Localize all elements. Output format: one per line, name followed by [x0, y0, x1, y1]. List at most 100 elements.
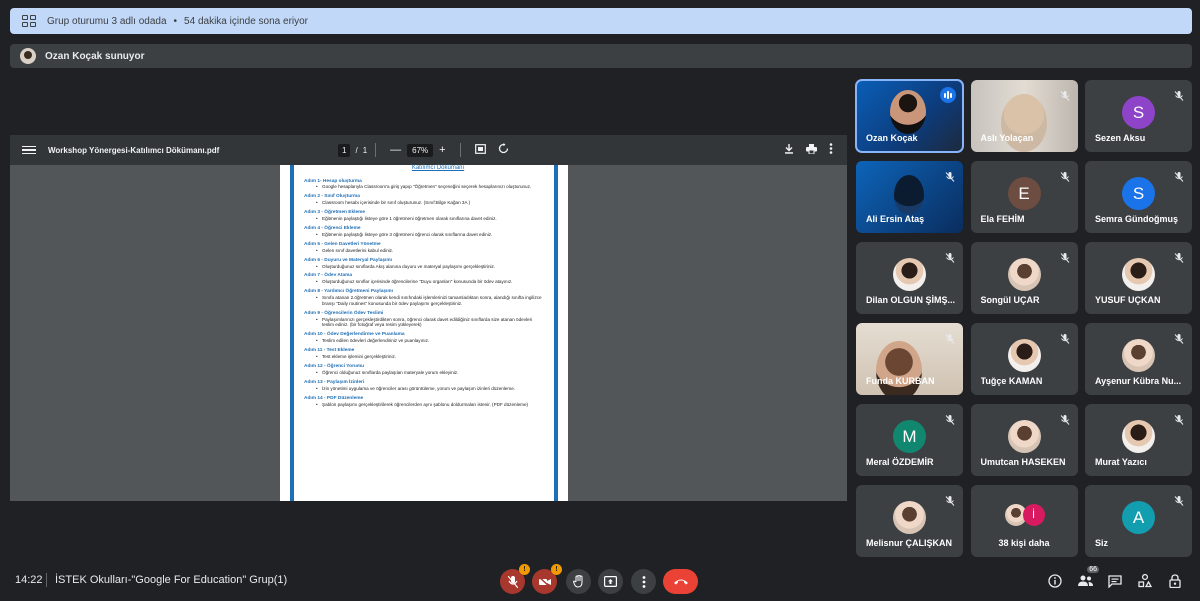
presenter-avatar	[20, 48, 36, 64]
participant-tile[interactable]: A Siz	[1085, 485, 1192, 557]
toolbar-divider	[459, 143, 461, 157]
page-total: 1	[362, 145, 368, 155]
participant-tile[interactable]: Dilan OLGUN ŞİMŞ...	[856, 242, 963, 314]
page-border-left	[290, 165, 294, 501]
camera-off-icon	[538, 576, 551, 587]
participant-name: Sezen Aksu	[1095, 133, 1146, 143]
participant-tile[interactable]: YUSUF UÇKAN	[1085, 242, 1192, 314]
participant-video	[890, 90, 926, 134]
print-icon[interactable]	[806, 143, 817, 157]
participant-video	[1000, 94, 1047, 152]
toolbar-divider	[375, 143, 377, 157]
download-icon[interactable]	[784, 143, 794, 157]
participant-name: Melisnur ÇALIŞKAN	[866, 538, 953, 548]
participant-tile[interactable]: Songül UÇAR	[970, 242, 1078, 314]
participant-name: Ali Ersin Ataş	[866, 214, 925, 224]
step-body: Google hesaplarıyla Classroom'a giriş ya…	[304, 184, 542, 190]
step-body: Oluşturduğunuz sınıflarda Akış alanına d…	[304, 264, 542, 270]
participant-grid: Ozan Koçak Aslı Yolaçan S Sezen Aksu Ali Ers…	[855, 79, 1192, 557]
step-body: İzin yönetimi uygulama ve öğrenciler ara…	[304, 386, 542, 392]
document-step: Adım 4 - Öğrenci EklemeEğitmenin paylaşt…	[304, 226, 542, 238]
participant-tile[interactable]: Ozan Koçak	[855, 79, 964, 153]
participant-name: Murat Yazıcı	[1095, 457, 1147, 467]
participant-video	[894, 175, 924, 215]
presenter-bar: Ozan Koçak sunuyor	[10, 44, 1192, 68]
participant-tile[interactable]: Ayşenur Kübra Nu...	[1085, 323, 1192, 395]
fit-page-icon[interactable]	[474, 143, 486, 157]
participant-tile[interactable]: E Ela FEHİM	[970, 161, 1078, 233]
camera-warning-badge: !	[551, 564, 562, 575]
leave-call-button[interactable]	[663, 569, 698, 594]
zoom-level[interactable]: 67%	[407, 143, 434, 157]
step-body: Teslim edilen ödevleri değerlendiriniz v…	[304, 338, 542, 344]
raise-hand-icon	[572, 575, 582, 588]
mic-off-icon	[945, 412, 955, 425]
participant-avatar	[1007, 258, 1041, 291]
people-count-badge: 66	[1087, 566, 1099, 573]
participant-avatar	[893, 258, 926, 291]
mic-off-icon	[1174, 169, 1184, 182]
participant-avatar: M	[893, 420, 926, 453]
more-options-button[interactable]	[631, 569, 656, 594]
document-step: Adım 6 - Duyuru ve Materyal PaylaşımıOlu…	[304, 258, 542, 270]
mic-warning-badge: !	[519, 564, 530, 575]
participant-name: 38 kişi daha	[998, 538, 1050, 548]
participant-tile[interactable]: Ali Ersin Ataş	[856, 161, 963, 233]
mic-off-icon	[1060, 250, 1070, 263]
activities-button[interactable]	[1137, 573, 1153, 589]
document-title: Katılımcı Dökümanı	[411, 165, 465, 171]
pdf-filename: Workshop Yönergesi-Katılımcı Dökümanı.pd…	[48, 145, 220, 155]
participant-tile[interactable]: Tuğçe KAMAN	[970, 323, 1078, 395]
camera-button[interactable]: !	[532, 564, 562, 594]
raise-hand-button[interactable]	[566, 569, 591, 594]
participant-tile[interactable]: S Semra Gündoğmuş	[1085, 161, 1192, 233]
people-icon	[1077, 575, 1093, 586]
present-button[interactable]	[598, 569, 623, 594]
banner-separator: •	[173, 15, 178, 27]
mic-off-icon	[1174, 412, 1184, 425]
breakout-rooms-icon	[22, 15, 36, 27]
host-controls-button[interactable]	[1167, 573, 1183, 589]
participant-tile[interactable]: Aslı Yolaçan	[970, 80, 1078, 152]
meeting-title: İSTEK Okulları-"Google For Education" Gr…	[55, 574, 288, 586]
zoom-in-button[interactable]: +	[439, 144, 445, 156]
chat-icon	[1108, 574, 1122, 588]
document-step: Adım 13 - Paylaşım İzinleriİzin yönetimi…	[304, 380, 542, 392]
people-button[interactable]: 66	[1077, 566, 1099, 589]
participant-tile[interactable]: İ 38 kişi daha	[970, 485, 1078, 557]
mic-off-icon	[945, 250, 955, 263]
speaking-indicator-icon	[940, 87, 956, 103]
meeting-details-button[interactable]	[1047, 573, 1063, 589]
info-icon	[1048, 574, 1062, 588]
zoom-out-button[interactable]: —	[390, 144, 401, 156]
document-step: Adım 9 - Öğrencilerin Ödev TeslimiPaylaş…	[304, 311, 542, 328]
participant-name: Dilan OLGUN ŞİMŞ...	[866, 295, 956, 305]
participant-tile[interactable]: Melisnur ÇALIŞKAN	[856, 485, 963, 557]
page-input[interactable]: 1	[338, 143, 351, 157]
chat-button[interactable]	[1107, 573, 1123, 589]
participant-tile[interactable]: S Sezen Aksu	[1085, 80, 1192, 152]
clock: 14:22	[15, 574, 43, 586]
shared-screen: Workshop Yönergesi-Katılımcı Dökümanı.pd…	[10, 135, 847, 501]
mic-button[interactable]: !	[500, 564, 530, 594]
participant-tile[interactable]: M Meral ÖZDEMİR	[856, 404, 963, 476]
host-controls-icon	[1169, 574, 1181, 588]
document-step: Adım 1- Hesap oluşturmaGoogle hesaplarıy…	[304, 179, 542, 191]
rotate-icon[interactable]	[498, 143, 509, 157]
menu-icon[interactable]	[22, 144, 36, 157]
participant-avatar	[1122, 339, 1155, 372]
participant-tile[interactable]: Umutcan HASEKEN	[970, 404, 1078, 476]
participant-avatar: S	[1122, 177, 1155, 210]
participant-name: Siz	[1095, 538, 1109, 548]
participant-name: Ayşenur Kübra Nu...	[1095, 376, 1182, 386]
participant-tile[interactable]: Funda KURBAN	[856, 323, 963, 395]
document-step: Adım 5 - Gelen Davetleri YönetmeGelen sı…	[304, 242, 542, 254]
bottom-bar: 14:22 İSTEK Okulları-"Google For Educati…	[0, 563, 1200, 599]
participant-tile[interactable]: Murat Yazıcı	[1085, 404, 1192, 476]
document-step: Adım 7 - Ödev AtamaOluşturduğunuz sınıfl…	[304, 273, 542, 285]
participant-name: Semra Gündoğmuş	[1095, 214, 1179, 224]
more-options-icon[interactable]	[829, 143, 833, 157]
participant-name: Funda KURBAN	[866, 376, 935, 386]
participant-name: Meral ÖZDEMİR	[866, 457, 934, 467]
participant-name: Tuğçe KAMAN	[980, 376, 1043, 386]
